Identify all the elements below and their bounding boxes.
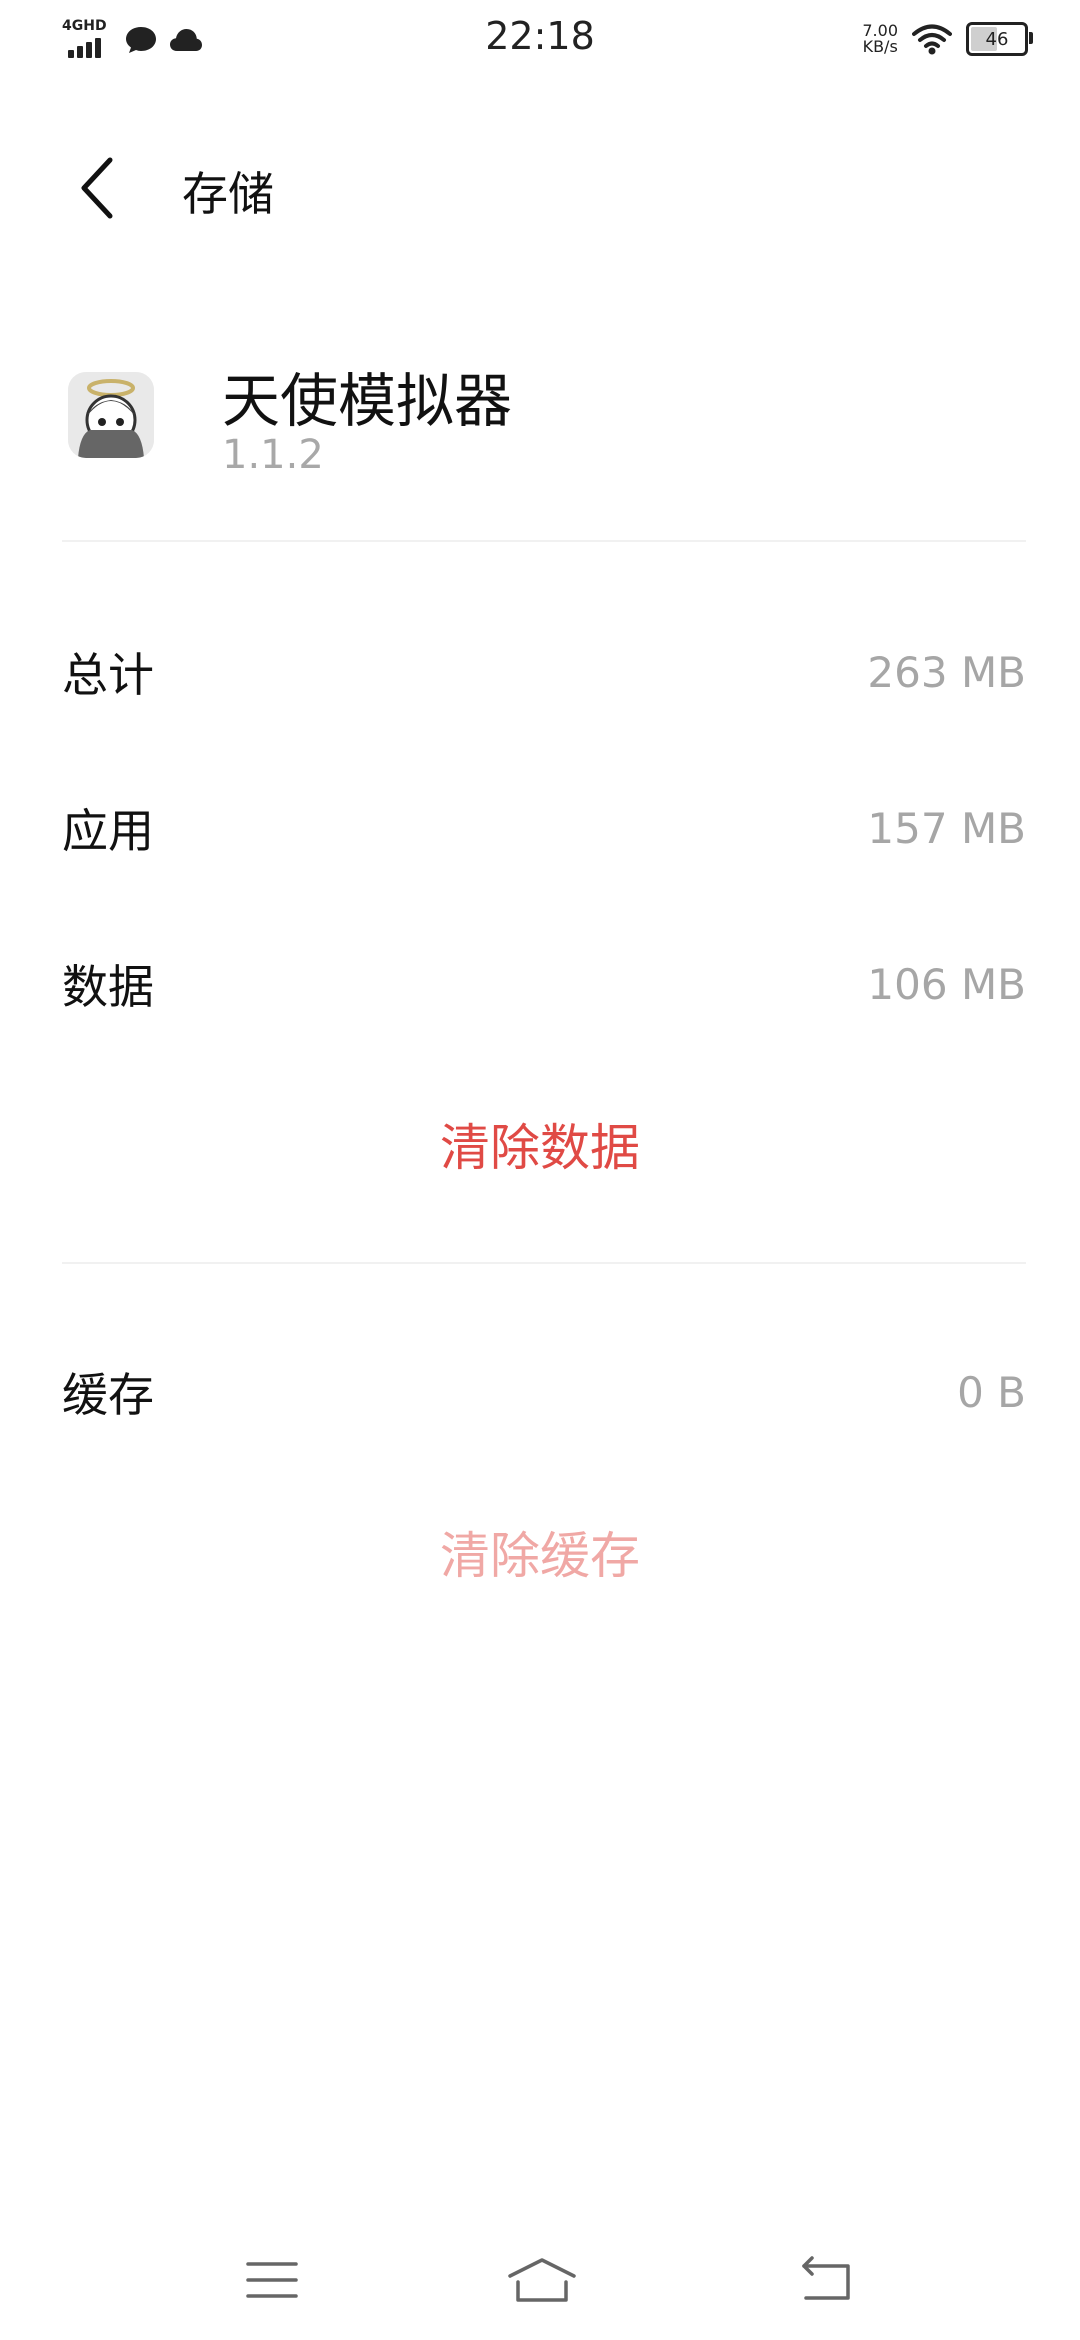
row-value: 263 MB <box>867 647 1026 697</box>
divider <box>62 540 1026 542</box>
app-icon <box>68 372 154 458</box>
battery-icon: 46 <box>966 22 1033 56</box>
back-button[interactable] <box>70 150 130 226</box>
chevron-left-icon <box>81 157 113 219</box>
network-speed: 7.00 KB/s <box>862 23 898 55</box>
battery-level: 46 <box>985 28 1009 50</box>
app-version: 1.1.2 <box>222 432 324 478</box>
row-label: 应用 <box>62 804 154 858</box>
home-icon <box>508 2258 576 2302</box>
row-value: 0 B <box>957 1367 1026 1417</box>
row-value: 106 MB <box>867 959 1026 1009</box>
clear-cache-button[interactable]: 清除缓存 <box>0 1516 1080 1588</box>
row-label: 数据 <box>62 960 154 1014</box>
app-name: 天使模拟器 <box>222 367 513 435</box>
storage-row-total: 总计 263 MB <box>62 632 1026 712</box>
menu-icon <box>246 2262 298 2298</box>
speed-unit: KB/s <box>862 37 898 56</box>
status-right-icons: 7.00 KB/s 46 <box>862 22 1033 56</box>
divider <box>62 1262 1026 1264</box>
storage-row-data: 数据 106 MB <box>62 944 1026 1024</box>
nav-home-button[interactable] <box>504 2250 580 2310</box>
row-label: 缓存 <box>62 1368 154 1422</box>
nav-back-button[interactable] <box>796 2250 856 2310</box>
back-arrow-icon <box>802 2256 850 2300</box>
clear-data-button[interactable]: 清除数据 <box>0 1108 1080 1180</box>
storage-row-app: 应用 157 MB <box>62 788 1026 868</box>
row-label: 总计 <box>62 648 154 702</box>
wifi-icon <box>912 24 952 55</box>
row-value: 157 MB <box>867 803 1026 853</box>
nav-menu-button[interactable] <box>242 2250 302 2310</box>
storage-row-cache: 缓存 0 B <box>62 1352 1026 1432</box>
page-title: 存储 <box>182 167 274 221</box>
